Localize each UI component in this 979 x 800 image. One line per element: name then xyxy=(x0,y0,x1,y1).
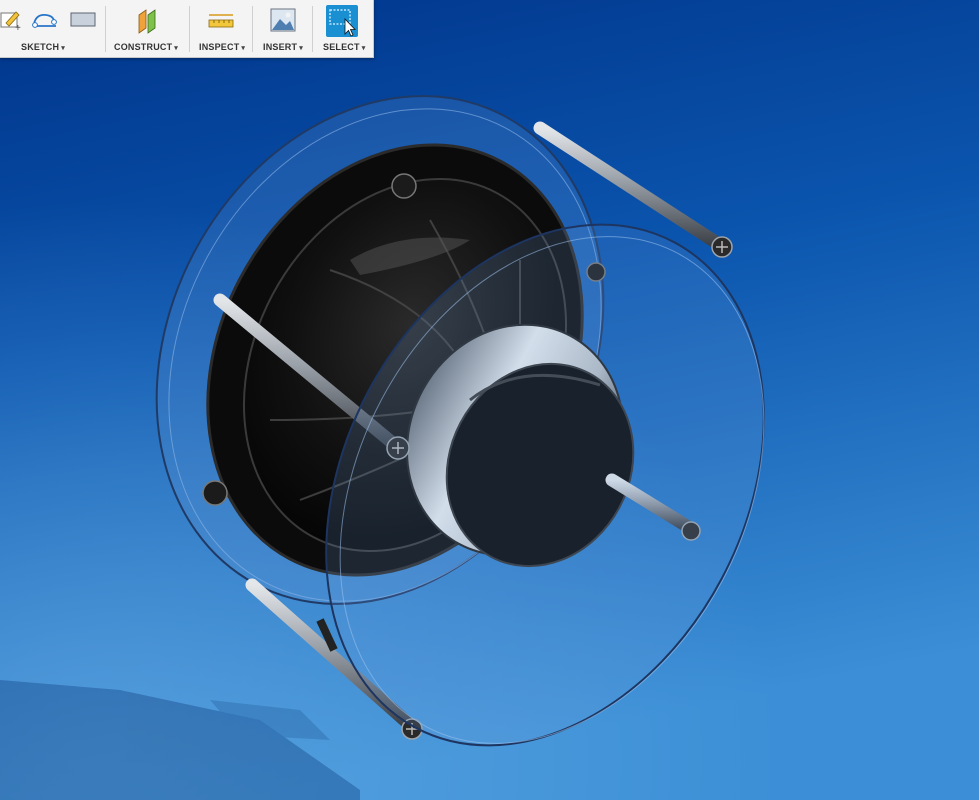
construct-group: CONSTRUCT ▾ xyxy=(106,0,189,57)
insert-image-icon[interactable] xyxy=(268,6,298,34)
offset-plane-icon[interactable] xyxy=(133,6,163,34)
inspect-group: INSPECT ▾ xyxy=(190,0,252,57)
sketch-group: + SKETCH ▾ xyxy=(0,0,105,57)
inspect-label: INSPECT xyxy=(199,42,240,52)
construct-label: CONSTRUCT xyxy=(114,42,173,52)
sketch-menu[interactable]: SKETCH ▾ xyxy=(21,42,65,52)
select-group: SELECT ▾ xyxy=(313,0,373,57)
create-sketch-icon[interactable]: + xyxy=(0,6,24,34)
svg-text:+: + xyxy=(15,23,21,32)
toolbar: + SKETCH ▾ CONSTRUCT ▾ INSPECT ▾ INSERT … xyxy=(0,0,374,58)
rectangle-icon[interactable] xyxy=(68,6,98,34)
inspect-menu[interactable]: INSPECT ▾ xyxy=(199,42,245,52)
select-label: SELECT xyxy=(323,42,360,52)
chevron-down-icon: ▾ xyxy=(241,45,246,52)
select-menu[interactable]: SELECT ▾ xyxy=(323,42,365,52)
sketch-label: SKETCH xyxy=(21,42,60,52)
insert-menu[interactable]: INSERT ▾ xyxy=(263,42,303,52)
chevron-down-icon: ▾ xyxy=(61,45,65,52)
measure-icon[interactable] xyxy=(206,6,236,34)
construct-menu[interactable]: CONSTRUCT ▾ xyxy=(114,42,178,52)
insert-group: INSERT ▾ xyxy=(253,0,312,57)
insert-label: INSERT xyxy=(263,42,298,52)
chevron-down-icon: ▾ xyxy=(361,45,366,52)
canvas-viewport[interactable] xyxy=(0,0,979,800)
select-cursor-icon[interactable] xyxy=(326,5,358,37)
chevron-down-icon: ▾ xyxy=(299,45,303,52)
spline-icon[interactable] xyxy=(30,6,60,34)
chevron-down-icon: ▾ xyxy=(174,45,179,52)
